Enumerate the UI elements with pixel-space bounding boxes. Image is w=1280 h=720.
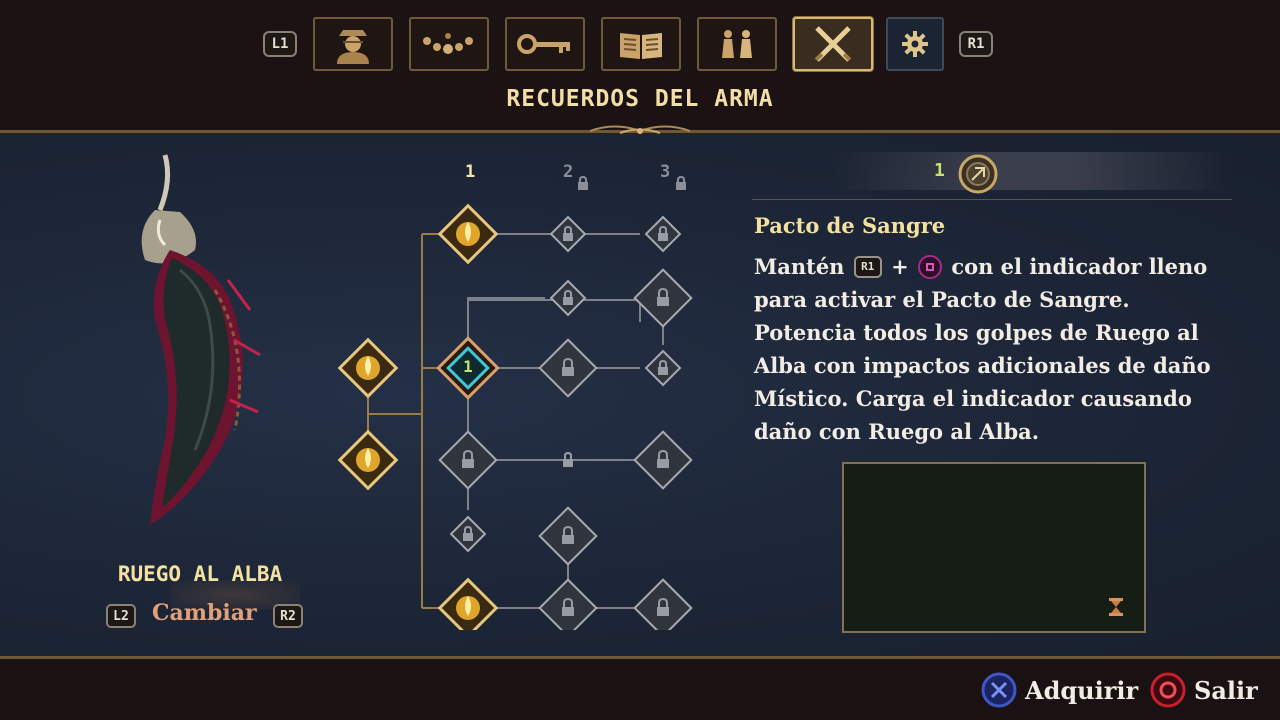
next-tab-button[interactable]: R1: [959, 31, 993, 57]
square-button-icon: [918, 254, 942, 279]
exit-label: Salir: [1194, 675, 1258, 705]
character-portrait-icon: [337, 30, 369, 64]
acquire-action[interactable]: Adquirir: [981, 670, 1138, 710]
points-bar: [830, 152, 1230, 190]
hourglass-icon: [1109, 598, 1123, 616]
r1-button-glyph: R1: [853, 255, 882, 278]
prev-weapon-button[interactable]: L2: [106, 604, 136, 628]
acquire-label: Adquirir: [1025, 675, 1139, 705]
memory-point-icon: [958, 154, 998, 194]
chess-pieces-icon: [722, 30, 752, 58]
info-divider: [752, 199, 1232, 200]
next-weapon-button[interactable]: R2: [273, 604, 303, 628]
selected-node-value: 1: [463, 357, 473, 376]
tab-key-items[interactable]: [505, 17, 585, 71]
tab-figures[interactable]: [697, 17, 777, 71]
tab-character[interactable]: [313, 17, 393, 71]
memory-points-value: 1: [934, 160, 945, 181]
gear-icon: [902, 31, 928, 57]
skill-node-locked: [633, 578, 693, 630]
skill-node-locked: [538, 578, 598, 630]
circle-button-icon: [1150, 672, 1186, 708]
weapon-sword-image: [141, 154, 261, 525]
prayer-beads-icon: [423, 33, 473, 54]
skill-node-unlocked[interactable]: [337, 337, 399, 399]
skill-preview-window: [842, 462, 1146, 633]
section-title: RECUERDOS DEL ARMA: [506, 86, 774, 112]
open-book-icon: [620, 33, 662, 59]
skill-description: Mantén R1 + con el indicador lleno para …: [754, 250, 1224, 448]
tab-weapon-memories[interactable]: [793, 17, 873, 71]
exit-action[interactable]: Salir: [1150, 670, 1258, 710]
tab-relics[interactable]: [409, 17, 489, 71]
skill-description-part2: con el indicador lleno para activar el P…: [754, 254, 1211, 444]
cross-button-icon: [981, 672, 1017, 708]
skill-name: Pacto de Sangre: [754, 213, 946, 238]
plus-sign: +: [891, 254, 909, 279]
top-bar: L1 R1 RECUERDOS DEL ARMA: [0, 0, 1280, 132]
swap-weapon-label[interactable]: Cambiar: [152, 600, 257, 626]
tab-options[interactable]: [886, 17, 944, 71]
key-icon: [517, 34, 570, 54]
skill-node-unlocked[interactable]: [437, 203, 499, 265]
tab-codex[interactable]: [601, 17, 681, 71]
weapon-name: RUEGO AL ALBA: [117, 562, 283, 586]
skill-node-unlocked[interactable]: [437, 577, 499, 630]
skill-description-part1: Mantén: [754, 254, 845, 279]
skill-node-unlocked[interactable]: [337, 429, 399, 491]
prev-tab-button[interactable]: L1: [263, 31, 297, 57]
crossed-swords-icon: [814, 26, 852, 62]
skill-tree: [337, 203, 693, 630]
